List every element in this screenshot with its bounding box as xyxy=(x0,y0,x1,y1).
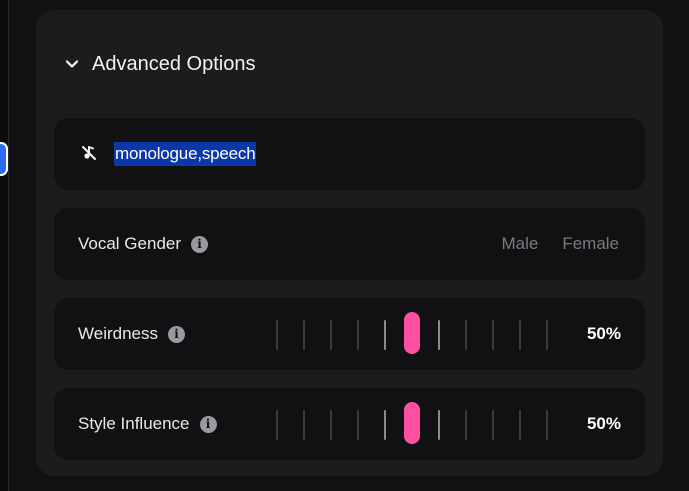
weirdness-label-group: Weirdness i xyxy=(78,298,185,370)
slider-tick xyxy=(546,320,548,350)
style-influence-label: Style Influence xyxy=(78,414,190,433)
info-icon[interactable]: i xyxy=(191,235,209,253)
vocal-gender-label: Vocal Gender xyxy=(78,234,182,253)
slider-tick xyxy=(438,320,440,350)
slider-thumb[interactable] xyxy=(404,312,420,354)
slider-tick xyxy=(492,410,494,440)
left-edge-strip xyxy=(0,0,9,491)
slider-tick xyxy=(384,320,386,350)
weirdness-value: 50% xyxy=(586,324,621,343)
vocal-gender-male-option[interactable]: Male xyxy=(501,234,538,254)
slider-tick xyxy=(465,320,467,350)
vocal-gender-female-option[interactable]: Female xyxy=(562,234,619,254)
advanced-options-toggle[interactable]: Advanced Options xyxy=(64,46,255,82)
slider-tick xyxy=(276,320,278,350)
vocal-gender-options: Male Female xyxy=(501,208,619,280)
chevron-down-icon xyxy=(64,56,80,72)
advanced-options-title: Advanced Options xyxy=(92,52,256,75)
slider-tick xyxy=(303,410,305,440)
weirdness-row: Weirdness i 50% xyxy=(54,298,645,370)
slider-tick xyxy=(330,410,332,440)
info-icon[interactable]: i xyxy=(168,325,185,343)
slider-tick xyxy=(276,410,278,440)
style-influence-value: 50% xyxy=(586,414,621,433)
slider-tick xyxy=(330,320,332,350)
slider-tick xyxy=(357,410,359,440)
slider-tick xyxy=(519,410,521,440)
weirdness-slider[interactable] xyxy=(276,312,552,356)
exclude-styles-field[interactable]: monologue,speech xyxy=(54,118,645,190)
style-influence-label-group: Style Influence i xyxy=(78,388,217,460)
slider-thumb[interactable] xyxy=(404,402,420,444)
slider-tick xyxy=(492,320,494,350)
slider-tick xyxy=(357,320,359,350)
slider-tick xyxy=(519,320,521,350)
slider-tick xyxy=(384,410,386,440)
style-influence-row: Style Influence i 50% xyxy=(54,388,645,460)
slider-tick xyxy=(303,320,305,350)
slider-tick xyxy=(465,410,467,440)
vocal-gender-label-group: Vocal Gender i xyxy=(78,208,209,280)
edge-tab-icon[interactable] xyxy=(0,142,8,176)
vocal-gender-row: Vocal Gender i Male Female xyxy=(54,208,645,280)
music-off-icon xyxy=(80,144,98,162)
info-icon[interactable]: i xyxy=(199,415,217,433)
style-influence-slider[interactable] xyxy=(276,402,552,446)
slider-tick xyxy=(546,410,548,440)
exclude-styles-input-value[interactable]: monologue,speech xyxy=(114,142,257,166)
weirdness-label: Weirdness xyxy=(78,324,158,343)
slider-tick xyxy=(438,410,440,440)
